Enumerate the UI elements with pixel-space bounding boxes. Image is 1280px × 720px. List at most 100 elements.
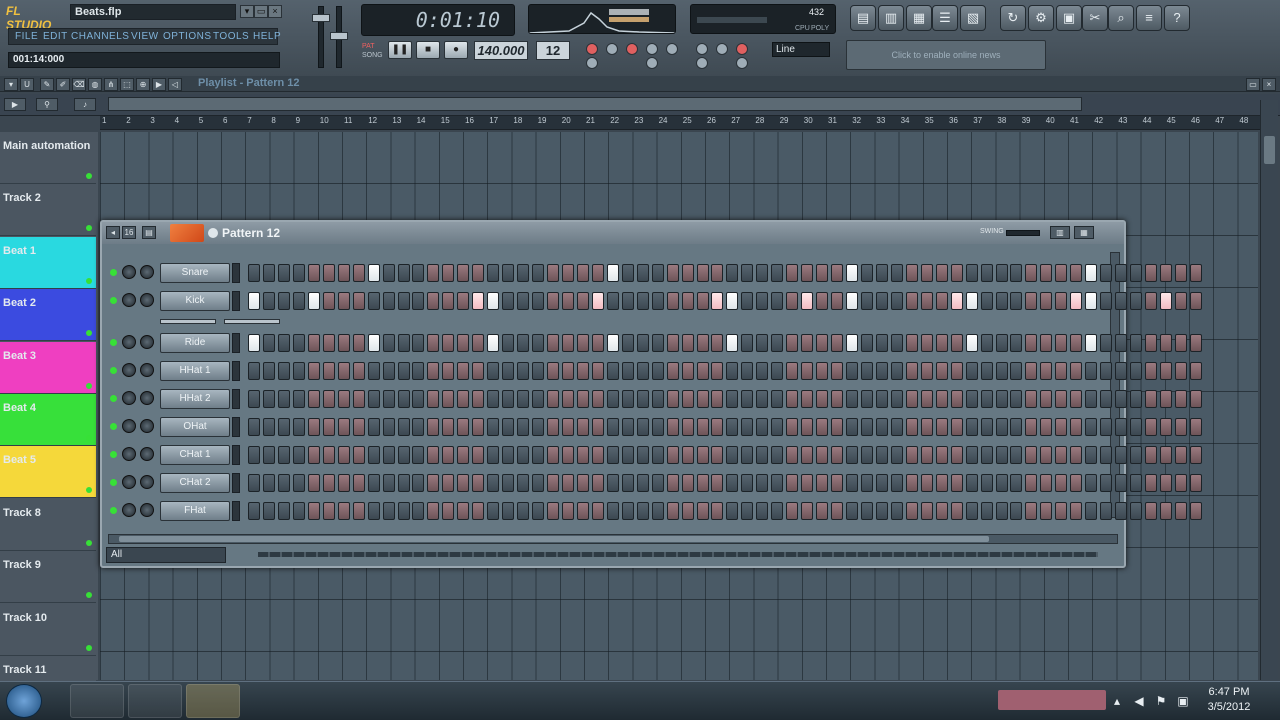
step-button[interactable] xyxy=(591,334,604,352)
step-button[interactable] xyxy=(262,362,275,380)
step-button[interactable] xyxy=(457,362,470,380)
step-button[interactable] xyxy=(1145,390,1157,408)
step-button[interactable] xyxy=(935,502,948,520)
step-button[interactable] xyxy=(831,334,844,352)
step-button[interactable] xyxy=(756,474,769,492)
step-button[interactable] xyxy=(950,292,963,310)
step-button[interactable] xyxy=(367,474,380,492)
step-button[interactable] xyxy=(367,292,380,310)
step-button[interactable] xyxy=(591,502,604,520)
step-button[interactable] xyxy=(920,418,933,436)
step-button[interactable] xyxy=(771,362,784,380)
pattern-selector-icon[interactable] xyxy=(208,228,218,238)
step-button[interactable] xyxy=(1055,362,1068,380)
step-button[interactable] xyxy=(621,264,634,282)
step-edit-icon[interactable] xyxy=(646,43,658,55)
step-button[interactable] xyxy=(666,502,679,520)
step-button[interactable] xyxy=(726,446,739,464)
menu-channels[interactable]: CHANNELS xyxy=(71,29,129,44)
step-button[interactable] xyxy=(980,390,993,408)
track-enable-led[interactable] xyxy=(86,644,92,651)
channel-mute-led[interactable] xyxy=(110,367,117,374)
step-button[interactable] xyxy=(502,390,515,408)
step-button[interactable] xyxy=(786,334,799,352)
step-button[interactable] xyxy=(1070,446,1083,464)
step-button[interactable] xyxy=(427,264,440,282)
step-button[interactable] xyxy=(1174,418,1187,436)
countdown-icon[interactable] xyxy=(696,43,708,55)
mute-tool-icon[interactable]: ◍ xyxy=(88,78,102,91)
step-button[interactable] xyxy=(382,474,395,492)
step-button[interactable] xyxy=(487,502,500,520)
step-button[interactable] xyxy=(532,334,545,352)
step-button[interactable] xyxy=(576,502,589,520)
channel-button[interactable]: HHat 1 xyxy=(160,361,230,381)
step-button[interactable] xyxy=(860,264,873,282)
step-button[interactable] xyxy=(726,502,739,520)
step-button[interactable] xyxy=(875,418,888,436)
step-button[interactable] xyxy=(875,362,888,380)
step-button[interactable] xyxy=(442,474,455,492)
step-button[interactable] xyxy=(1010,502,1023,520)
menu-view[interactable]: VIEW xyxy=(131,29,159,44)
step-button[interactable] xyxy=(1070,264,1083,282)
step-button[interactable] xyxy=(502,362,515,380)
step-button[interactable] xyxy=(1025,474,1038,492)
step-button[interactable] xyxy=(472,292,485,310)
step-button[interactable] xyxy=(681,264,694,282)
step-button[interactable] xyxy=(666,474,679,492)
step-button[interactable] xyxy=(1070,362,1083,380)
step-button[interactable] xyxy=(860,446,873,464)
step-button[interactable] xyxy=(801,390,814,408)
step-button[interactable] xyxy=(1100,390,1113,408)
step-button[interactable] xyxy=(277,418,290,436)
track-header[interactable]: Beat 5 xyxy=(0,446,96,499)
step-button[interactable] xyxy=(412,418,425,436)
step-button[interactable] xyxy=(262,418,275,436)
step-button[interactable] xyxy=(875,292,888,310)
step-button[interactable] xyxy=(1040,264,1053,282)
step-button[interactable] xyxy=(1130,502,1143,520)
step-button[interactable] xyxy=(277,362,290,380)
step-button[interactable] xyxy=(831,390,844,408)
step-button[interactable] xyxy=(1040,418,1053,436)
step-button[interactable] xyxy=(711,474,724,492)
step-button[interactable] xyxy=(666,264,679,282)
step-button[interactable] xyxy=(1085,502,1098,520)
channel-mute-led[interactable] xyxy=(110,339,117,346)
step-button[interactable] xyxy=(726,474,739,492)
channel-pan-knob[interactable] xyxy=(122,447,136,461)
step-button[interactable] xyxy=(920,474,933,492)
step-button[interactable] xyxy=(292,334,305,352)
step-button[interactable] xyxy=(277,502,290,520)
record-button[interactable]: ● xyxy=(444,41,468,59)
step-button[interactable] xyxy=(756,264,769,282)
save-icon[interactable]: ▣ xyxy=(1056,5,1082,31)
step-button[interactable] xyxy=(487,418,500,436)
paint-tool-icon[interactable]: ✐ xyxy=(56,78,70,91)
step-button[interactable] xyxy=(771,418,784,436)
step-button[interactable] xyxy=(711,362,724,380)
step-button[interactable] xyxy=(292,362,305,380)
step-button[interactable] xyxy=(875,390,888,408)
step-button[interactable] xyxy=(920,390,933,408)
step-button[interactable] xyxy=(337,418,350,436)
step-button[interactable] xyxy=(1070,292,1083,310)
step-button[interactable] xyxy=(1174,264,1187,282)
step-button[interactable] xyxy=(995,474,1008,492)
timeline-ruler[interactable]: 1 2 3 4 5 6 7 8 9 10 11 12 13 14 15 16 17 18 19 20 21 22 23 24 2… xyxy=(100,116,1260,130)
channel-select-slot[interactable] xyxy=(232,333,240,353)
step-button[interactable] xyxy=(980,474,993,492)
step-button[interactable] xyxy=(1159,502,1172,520)
step-button[interactable] xyxy=(726,264,739,282)
step-button[interactable] xyxy=(442,390,455,408)
step-button[interactable] xyxy=(1085,474,1098,492)
step-button[interactable] xyxy=(741,446,754,464)
step-button[interactable] xyxy=(636,264,649,282)
step-button[interactable] xyxy=(307,362,320,380)
step-button[interactable] xyxy=(741,502,754,520)
step-button[interactable] xyxy=(1145,264,1157,282)
step-button[interactable] xyxy=(427,390,440,408)
step-button[interactable] xyxy=(1115,502,1128,520)
step-button[interactable] xyxy=(696,502,709,520)
